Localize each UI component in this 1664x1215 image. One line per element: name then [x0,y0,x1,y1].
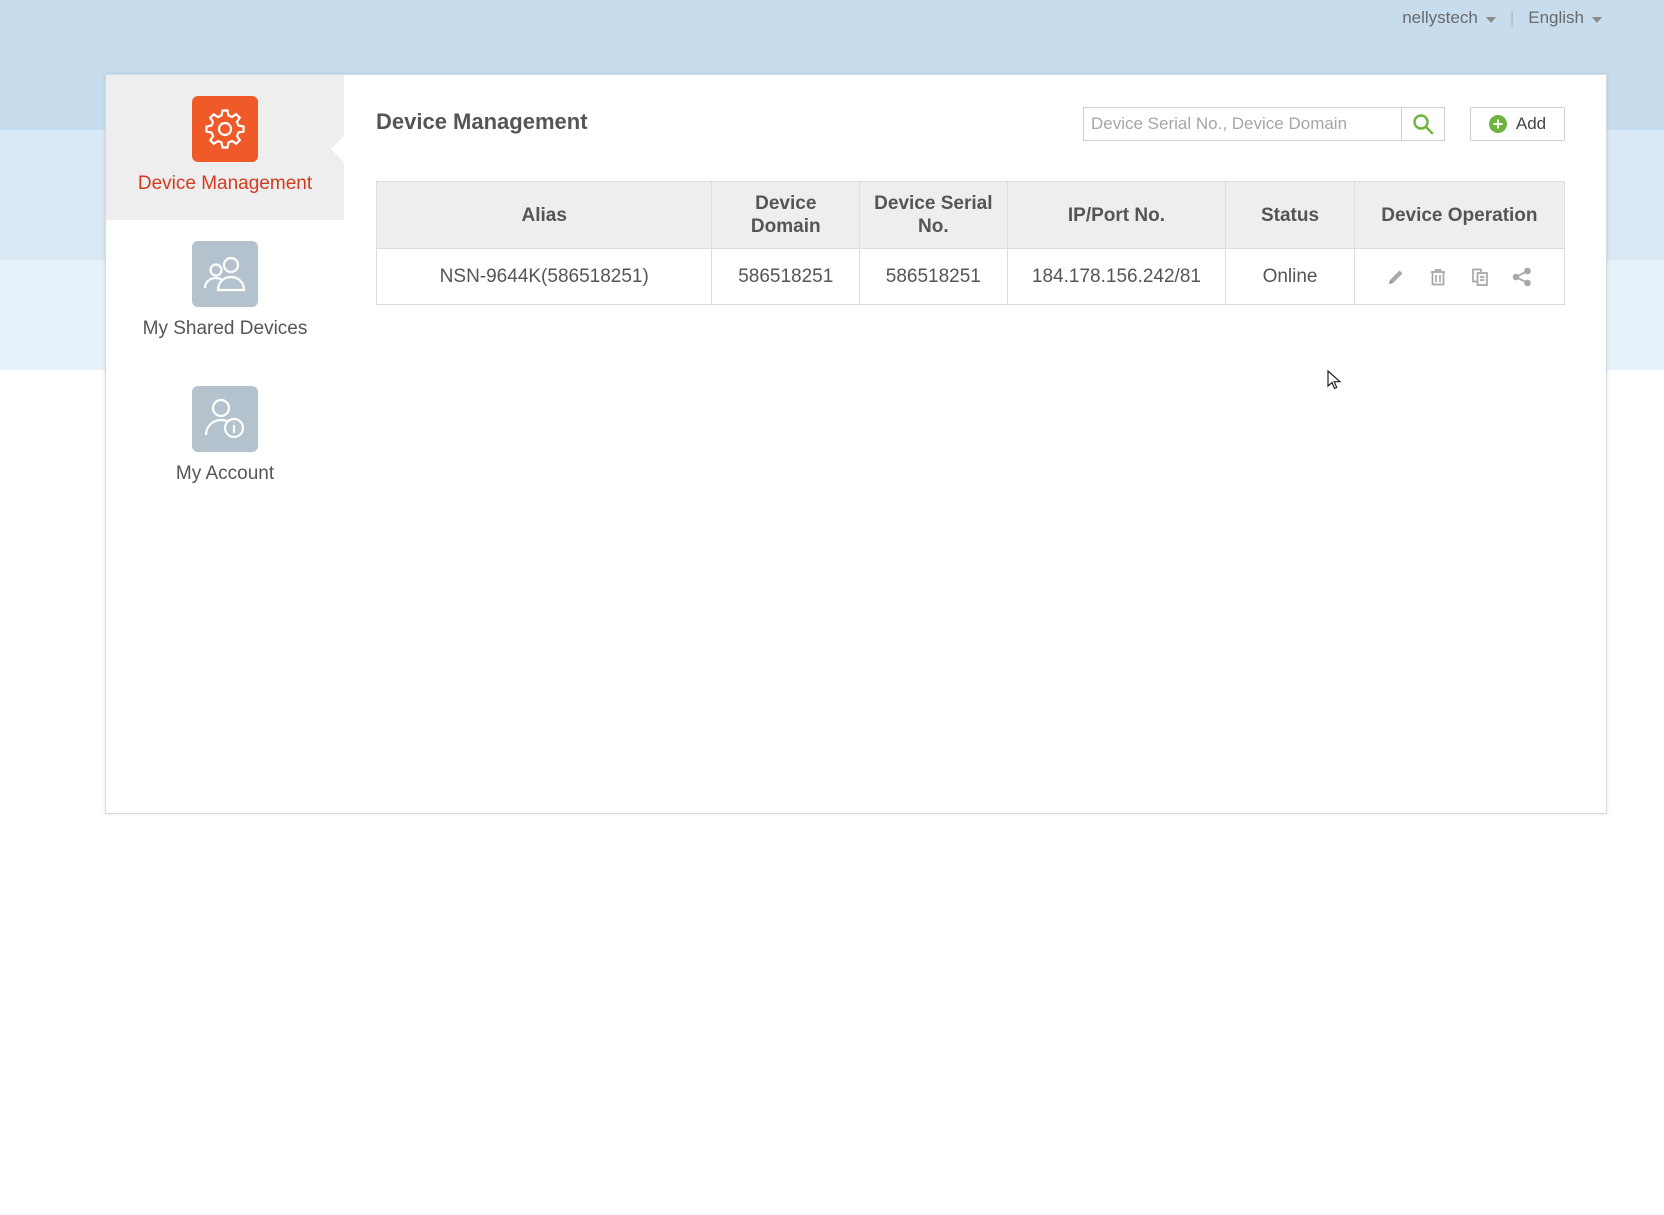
column-header-device-domain: Device Domain [711,181,861,249]
copy-icon[interactable] [1469,266,1491,288]
sidebar-item-label: My Shared Devices [142,318,308,339]
column-header-alias: Alias [375,181,713,249]
sidebar-item-device-management[interactable]: Device Management [106,75,345,220]
mouse-cursor-icon [1327,370,1341,390]
serial-cell: 586518251 [859,248,1008,305]
user-menu[interactable]: nellystech [1402,8,1496,28]
column-header-operation: Device Operation [1353,181,1566,249]
chevron-down-icon [1592,16,1602,23]
column-header-serial: Device Serial No. [859,181,1008,249]
status-cell: Online [1225,248,1355,305]
search-button[interactable] [1401,108,1444,140]
sidebar-item-my-account[interactable]: My Account [106,365,344,510]
table-row: NSN-9644K(586518251) 586518251 586518251… [375,248,1566,305]
add-button-label: Add [1515,114,1547,133]
sidebar: Device Management My Shared Devices My A… [106,75,345,813]
content-area: Device Management Add [375,75,1606,813]
share-icon[interactable] [1511,266,1533,288]
add-button[interactable]: Add [1470,107,1565,141]
search-icon [1413,114,1434,135]
search-box [1083,107,1445,141]
top-bar: nellystech | English [1402,8,1602,28]
domain-cell: 586518251 [711,248,861,305]
account-info-icon [192,386,258,452]
chevron-down-icon [1485,16,1496,23]
sidebar-item-label: My Account [175,463,275,484]
operation-cell [1353,248,1566,305]
edit-icon[interactable] [1385,266,1407,288]
device-table: Alias Device Domain Device Serial No. IP… [375,181,1566,305]
sidebar-item-label: Device Management [137,173,313,194]
delete-icon[interactable] [1427,266,1449,288]
gear-icon [192,96,258,162]
table-header-row: Alias Device Domain Device Serial No. IP… [375,181,1566,249]
users-icon [192,241,258,307]
username-label: nellystech [1402,8,1478,27]
column-header-ip-port: IP/Port No. [1006,181,1227,249]
page-title: Device Management [376,109,588,134]
ip-port-link[interactable]: 184.178.156.242/81 [1006,248,1227,305]
divider: | [1509,8,1515,27]
column-header-status: Status [1225,181,1355,249]
language-menu[interactable]: English [1528,8,1602,28]
main-panel: Device Management My Shared Devices My A… [105,74,1607,814]
plus-circle-icon [1488,115,1507,133]
alias-cell: NSN-9644K(586518251) [375,248,713,305]
search-input[interactable] [1084,108,1401,140]
sidebar-item-my-shared-devices[interactable]: My Shared Devices [106,220,344,365]
language-label: English [1528,8,1584,27]
